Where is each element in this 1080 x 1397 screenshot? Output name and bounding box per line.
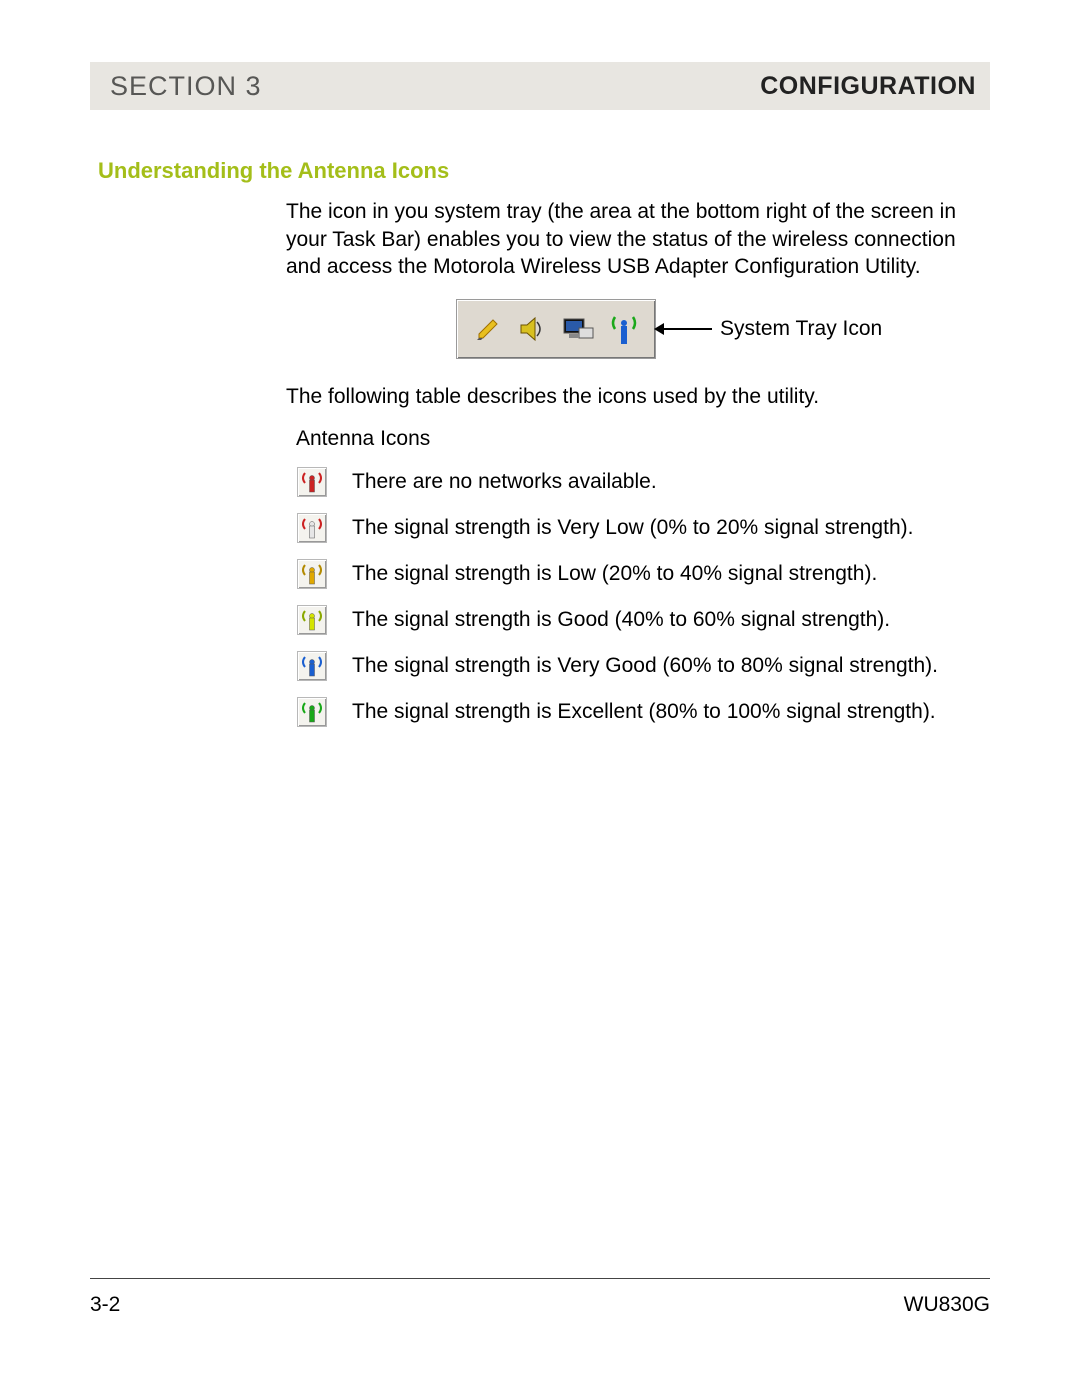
section-title: CONFIGURATION [760,72,976,101]
icon-row: The signal strength is Excellent (80% to… [296,689,980,735]
icon-description: There are no networks available. [352,466,980,495]
antenna-none-icon [296,466,328,498]
system-tray-box [456,299,656,359]
callout-label: System Tray Icon [720,317,882,341]
icon-description: The signal strength is Excellent (80% to… [352,696,980,725]
antenna-low-icon [296,558,328,590]
icon-description: The signal strength is Low (20% to 40% s… [352,558,980,587]
section-header: SECTION 3 CONFIGURATION [90,62,990,110]
icon-table-title: Antenna Icons [296,427,980,451]
antenna-good-icon [296,604,328,636]
icon-row: The signal strength is Very Good (60% to… [296,643,980,689]
antenna-excellent-icon [296,696,328,728]
icon-row: The signal strength is Low (20% to 40% s… [296,551,980,597]
pencil-icon [473,314,503,344]
icon-description: The signal strength is Very Low (0% to 2… [352,512,980,541]
speaker-icon [517,314,547,344]
callout-arrow: System Tray Icon [662,317,882,341]
system-tray-callout: System Tray Icon [456,299,980,359]
page-footer: 3-2 WU830G [90,1293,990,1317]
icon-row: The signal strength is Very Low (0% to 2… [296,505,980,551]
icon-description: The signal strength is Good (40% to 60% … [352,604,980,633]
antenna-icon-table: There are no networks available. The sig… [296,459,980,735]
section-number: SECTION 3 [110,71,262,102]
icon-row: The signal strength is Good (40% to 60% … [296,597,980,643]
monitor-icon [561,314,595,344]
icon-description: The signal strength is Very Good (60% to… [352,650,980,679]
icon-row: There are no networks available. [296,459,980,505]
following-text: The following table describes the icons … [286,385,980,409]
antenna-very-low-icon [296,512,328,544]
antenna-signal-icon [609,309,639,349]
subheading: Understanding the Antenna Icons [98,158,990,184]
antenna-very-good-icon [296,650,328,682]
model-number: WU830G [904,1293,990,1317]
intro-paragraph: The icon in you system tray (the area at… [286,198,980,281]
page-number: 3-2 [90,1293,120,1317]
footer-rule [90,1278,990,1279]
